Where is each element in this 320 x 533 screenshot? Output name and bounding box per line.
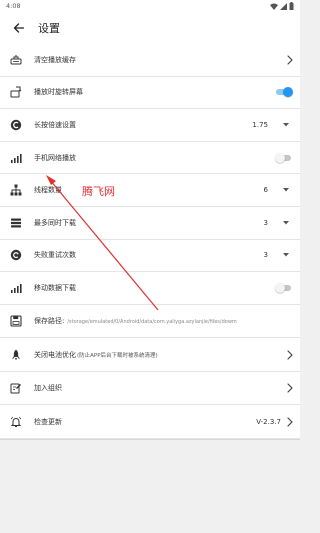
battery-icon (289, 2, 294, 10)
settings-label-text: 关闭电池优化 (34, 350, 76, 359)
settings-row-label: 最多同时下载 (34, 218, 264, 228)
toggle-knob (283, 87, 293, 98)
status-time: 4:08 (6, 2, 21, 10)
settings-row-battery-opt[interactable]: 关闭电池优化(防止APP后台下载时被系统清理) (0, 338, 300, 372)
chevron-button[interactable] (286, 383, 294, 393)
settings-row-label: 关闭电池优化(防止APP后台下载时被系统清理) (34, 350, 286, 360)
status-bar: 4:08 (0, 0, 300, 12)
dropdown-arrow-icon (283, 122, 289, 127)
dropdown-arrow-icon (283, 220, 289, 225)
settings-row-label: 清空播放缓存 (34, 55, 286, 65)
retry-c-icon (10, 249, 22, 261)
settings-row-label: 加入组织 (34, 383, 286, 393)
dropdown-toggle[interactable] (282, 187, 290, 193)
settings-row-rotate-screen[interactable]: 播放时旋转屏幕 (0, 77, 300, 110)
arrow-left-icon (13, 23, 24, 33)
toggle-knob (275, 152, 285, 163)
settings-row-mobile-download[interactable]: 移动数据下载 (0, 272, 300, 305)
settings-label-text: 清空播放缓存 (34, 55, 76, 64)
dropdown-toggle[interactable] (282, 252, 290, 258)
settings-row-check-update[interactable]: 检查更新 V-2.3.7 (0, 405, 300, 439)
speed-c-icon (10, 119, 22, 131)
chevron-right-icon (287, 416, 293, 427)
cell-signal-icon (280, 2, 287, 10)
settings-row-label: 失败重试次数 (34, 250, 264, 260)
settings-row-retry-count[interactable]: 失败重试次数 3 (0, 240, 300, 273)
chevron-right-icon (287, 349, 293, 360)
toggle-switch[interactable] (275, 87, 293, 98)
status-icons (270, 2, 294, 10)
save-path-value: /storage/emulated/0/Android/data/com.yal… (67, 319, 237, 325)
settings-row-max-downloads[interactable]: 最多同时下载 3 (0, 207, 300, 240)
dropdown-toggle[interactable] (282, 122, 290, 128)
empty-area (0, 438, 300, 529)
settings-label-text: 线程数量 (34, 186, 62, 195)
settings-row-save-path: 保存路径:/storage/emulated/0/Android/data/co… (0, 305, 300, 339)
settings-label-text: 移动数据下载 (34, 283, 76, 292)
watermark-text: 腾飞网 (82, 185, 115, 198)
settings-row-clear-cache[interactable]: 清空播放缓存 (0, 44, 300, 77)
settings-row-label: 长按倍速设置 (34, 120, 252, 130)
download-list-icon (10, 217, 22, 229)
settings-label-text: 长按倍速设置 (34, 120, 76, 129)
edit-note-icon (10, 382, 22, 394)
dropdown-value[interactable]: 6 (264, 186, 268, 194)
toggle-switch[interactable] (275, 282, 292, 293)
app-bar: 设置 (0, 12, 300, 44)
settings-row-label: 播放时旋转屏幕 (34, 87, 275, 97)
settings-label-text: 失败重试次数 (34, 251, 76, 260)
rocket-icon (10, 349, 22, 361)
settings-row-long-press-speed[interactable]: 长按倍速设置 1.75 (0, 109, 300, 142)
dropdown-value[interactable]: 3 (264, 219, 268, 227)
settings-note-text: (防止APP后台下载时被系统清理) (77, 352, 158, 359)
settings-label-text: 保存路径: (34, 317, 65, 325)
version-value: V-2.3.7 (256, 417, 281, 426)
settings-row-label: 检查更新 (34, 417, 256, 427)
wifi-icon (270, 3, 278, 10)
chevron-button[interactable] (286, 349, 294, 360)
chevron-right-icon (287, 383, 293, 393)
chevron-button[interactable] (286, 416, 294, 427)
broom-icon (10, 54, 22, 66)
network-tree-icon (10, 184, 22, 196)
settings-row-thread-count[interactable]: 线程数量 6 (0, 174, 300, 207)
settings-row-label: 手机网络播放 (34, 153, 275, 163)
settings-row-mobile-play[interactable]: 手机网络播放 (0, 142, 300, 175)
chevron-button[interactable] (286, 55, 294, 65)
dropdown-arrow-icon (283, 253, 289, 257)
settings-label-text: 手机网络播放 (34, 153, 76, 162)
screen-rotation-icon (10, 86, 22, 98)
settings-list: 清空播放缓存 播放时旋转屏幕 长按倍速设置 1.75 手机网络播放 线程数量 6 最多同时下载… (0, 44, 300, 439)
settings-label-text: 检查更新 (34, 417, 62, 426)
back-button[interactable] (10, 20, 26, 36)
settings-row-label: 线程数量 (34, 185, 264, 195)
settings-row-join-group[interactable]: 加入组织 (0, 372, 300, 406)
bell-update-icon (10, 416, 22, 428)
toggle-switch[interactable] (275, 152, 292, 163)
settings-label-text: 加入组织 (34, 384, 62, 392)
dropdown-arrow-icon (283, 188, 289, 192)
settings-label-text: 播放时旋转屏幕 (34, 88, 83, 97)
signal-bars-icon (10, 282, 22, 294)
page-title: 设置 (38, 22, 60, 35)
toggle-knob (275, 282, 285, 293)
dropdown-value[interactable]: 3 (264, 251, 268, 259)
signal-bars-icon (10, 152, 22, 164)
dropdown-toggle[interactable] (282, 220, 290, 226)
chevron-right-icon (287, 55, 293, 65)
settings-row-label: 移动数据下载 (34, 283, 275, 293)
settings-screen: 4:08 设置 清空播放缓存 播放时旋转屏幕 长按倍速设置 1.75 手机网络播放 线程数… (0, 0, 300, 533)
settings-row-label: 保存路径:/storage/emulated/0/Android/data/co… (34, 316, 294, 326)
settings-label-text: 最多同时下载 (34, 218, 76, 227)
save-disk-icon (10, 315, 22, 327)
dropdown-value[interactable]: 1.75 (252, 121, 268, 129)
